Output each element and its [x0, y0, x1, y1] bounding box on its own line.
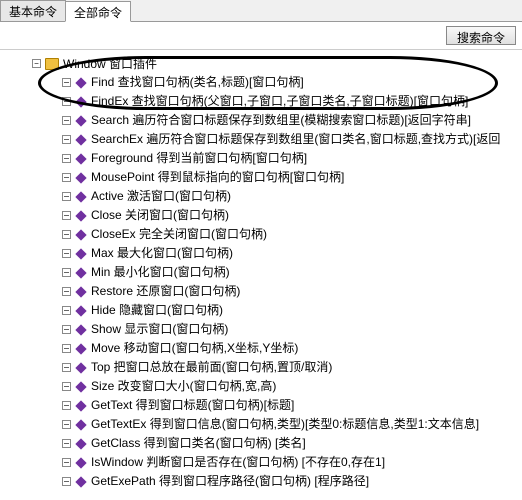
tree-item-label: GetTextEx 得到窗口信息(窗口句柄,类型)[类型0:标题信息,类型1:文…: [91, 416, 479, 433]
tree-item[interactable]: Restore 还原窗口(窗口句柄): [6, 282, 516, 301]
tree-item[interactable]: SearchEx 遍历符合窗口标题保存到数组里(窗口类名,窗口标题,查找方式)[…: [6, 130, 516, 149]
tree-leaf-icon: [62, 192, 71, 201]
tree-leaf-icon: [62, 287, 71, 296]
tree-leaf-icon: [62, 477, 71, 486]
tree-item-label: Max 最大化窗口(窗口句柄): [91, 245, 233, 262]
diamond-icon: [75, 96, 86, 107]
diamond-icon: [75, 305, 86, 316]
tree-root-window-plugin[interactable]: − Window 窗口插件: [6, 54, 516, 73]
tree-item[interactable]: Hide 隐藏窗口(窗口句柄): [6, 301, 516, 320]
tree-item[interactable]: Show 显示窗口(窗口句柄): [6, 320, 516, 339]
tree-leaf-icon: [62, 97, 71, 106]
tree-leaf-icon: [62, 363, 71, 372]
tree-item[interactable]: GetExePath 得到窗口程序路径(窗口句柄) [程序路径]: [6, 472, 516, 491]
diamond-icon: [75, 172, 86, 183]
tree-item[interactable]: GetClass 得到窗口类名(窗口句柄) [类名]: [6, 434, 516, 453]
tree-item[interactable]: Size 改变窗口大小(窗口句柄,宽,高): [6, 377, 516, 396]
tree-item-label: FindEx 查找窗口句柄(父窗口,子窗口,子窗口类名,子窗口标题)[窗口句柄]: [91, 93, 468, 110]
tree-leaf-icon: [62, 116, 71, 125]
tree-item[interactable]: Search 遍历符合窗口标题保存到数组里(模糊搜索窗口标题)[返回字符串]: [6, 111, 516, 130]
tree-item-label: SearchEx 遍历符合窗口标题保存到数组里(窗口类名,窗口标题,查找方式)[…: [91, 131, 500, 148]
tree-item-label: GetClass 得到窗口类名(窗口句柄) [类名]: [91, 435, 306, 452]
tree-item-label: Close 关闭窗口(窗口句柄): [91, 207, 229, 224]
tree-item[interactable]: Close 关闭窗口(窗口句柄): [6, 206, 516, 225]
tree-root-label: Window 窗口插件: [63, 55, 157, 72]
tree-leaf-icon: [62, 382, 71, 391]
tree-item[interactable]: Foreground 得到当前窗口句柄[窗口句柄]: [6, 149, 516, 168]
tree-leaf-icon: [62, 211, 71, 220]
tree-leaf-icon: [62, 268, 71, 277]
tree-item-label: Min 最小化窗口(窗口句柄): [91, 264, 230, 281]
diamond-icon: [75, 248, 86, 259]
tree-leaf-icon: [62, 173, 71, 182]
tree-item[interactable]: GetText 得到窗口标题(窗口句柄)[标题]: [6, 396, 516, 415]
diamond-icon: [75, 153, 86, 164]
diamond-icon: [75, 267, 86, 278]
tree-item[interactable]: Active 激活窗口(窗口句柄): [6, 187, 516, 206]
tree-item-label: Restore 还原窗口(窗口句柄): [91, 283, 240, 300]
tree-item-label: CloseEx 完全关闭窗口(窗口句柄): [91, 226, 267, 243]
tree-item-label: Hide 隐藏窗口(窗口句柄): [91, 302, 223, 319]
tree-item[interactable]: Min 最小化窗口(窗口句柄): [6, 263, 516, 282]
diamond-icon: [75, 77, 86, 88]
tree-item[interactable]: MousePoint 得到鼠标指向的窗口句柄[窗口句柄]: [6, 168, 516, 187]
command-tree[interactable]: − Window 窗口插件 Find 查找窗口句柄(类名,标题)[窗口句柄] Fi…: [0, 50, 522, 500]
tree-leaf-icon: [62, 249, 71, 258]
folder-icon: [45, 58, 59, 70]
diamond-icon: [75, 457, 86, 468]
tree-item[interactable]: CloseEx 完全关闭窗口(窗口句柄): [6, 225, 516, 244]
tree-item-label: GetExePath 得到窗口程序路径(窗口句柄) [程序路径]: [91, 473, 369, 490]
tree-leaf-icon: [62, 325, 71, 334]
tree-item-label: Active 激活窗口(窗口句柄): [91, 188, 231, 205]
tree-item[interactable]: IsWindow 判断窗口是否存在(窗口句柄) [不存在0,存在1]: [6, 453, 516, 472]
tree-leaf-icon: [62, 135, 71, 144]
diamond-icon: [75, 476, 86, 487]
diamond-icon: [75, 229, 86, 240]
tree-leaf-icon: [62, 230, 71, 239]
tree-leaf-icon: [62, 401, 71, 410]
tab-basic-commands[interactable]: 基本命令: [0, 0, 66, 21]
diamond-icon: [75, 210, 86, 221]
tree-item[interactable]: FindEx 查找窗口句柄(父窗口,子窗口,子窗口类名,子窗口标题)[窗口句柄]: [6, 92, 516, 111]
tree-item-label: GetText 得到窗口标题(窗口句柄)[标题]: [91, 397, 294, 414]
tree-leaf-icon: [62, 306, 71, 315]
tree-leaf-icon: [62, 78, 71, 87]
collapse-icon[interactable]: −: [32, 59, 41, 68]
tree-item-label: Show 显示窗口(窗口句柄): [91, 321, 228, 338]
diamond-icon: [75, 400, 86, 411]
tree-item[interactable]: Max 最大化窗口(窗口句柄): [6, 244, 516, 263]
tree-item-label: IsWindow 判断窗口是否存在(窗口句柄) [不存在0,存在1]: [91, 454, 385, 471]
tree-item-label: Find 查找窗口句柄(类名,标题)[窗口句柄]: [91, 74, 304, 91]
tree-leaf-icon: [62, 458, 71, 467]
tree-leaf-icon: [62, 420, 71, 429]
diamond-icon: [75, 134, 86, 145]
tree-item[interactable]: Move 移动窗口(窗口句柄,X坐标,Y坐标): [6, 339, 516, 358]
diamond-icon: [75, 286, 86, 297]
diamond-icon: [75, 362, 86, 373]
diamond-icon: [75, 381, 86, 392]
tree-item[interactable]: Find 查找窗口句柄(类名,标题)[窗口句柄]: [6, 73, 516, 92]
diamond-icon: [75, 419, 86, 430]
tab-all-commands[interactable]: 全部命令: [65, 1, 131, 22]
tree-leaf-icon: [62, 154, 71, 163]
tree-item-label: Move 移动窗口(窗口句柄,X坐标,Y坐标): [91, 340, 298, 357]
diamond-icon: [75, 343, 86, 354]
tab-bar: 基本命令 全部命令: [0, 0, 522, 22]
diamond-icon: [75, 115, 86, 126]
tree-item-label: Top 把窗口总放在最前面(窗口句柄,置顶/取消): [91, 359, 332, 376]
diamond-icon: [75, 191, 86, 202]
toolbar: 搜索命令: [0, 22, 522, 50]
search-commands-button[interactable]: 搜索命令: [446, 26, 516, 45]
tree-item-label: MousePoint 得到鼠标指向的窗口句柄[窗口句柄]: [91, 169, 344, 186]
tree-leaf-icon: [62, 439, 71, 448]
tree-leaf-icon: [62, 344, 71, 353]
tree-item[interactable]: Top 把窗口总放在最前面(窗口句柄,置顶/取消): [6, 358, 516, 377]
tree-item[interactable]: GetTextEx 得到窗口信息(窗口句柄,类型)[类型0:标题信息,类型1:文…: [6, 415, 516, 434]
diamond-icon: [75, 438, 86, 449]
tree-item-label: Size 改变窗口大小(窗口句柄,宽,高): [91, 378, 276, 395]
tree-item-label: Foreground 得到当前窗口句柄[窗口句柄]: [91, 150, 307, 167]
diamond-icon: [75, 324, 86, 335]
tree-item-label: Search 遍历符合窗口标题保存到数组里(模糊搜索窗口标题)[返回字符串]: [91, 112, 471, 129]
